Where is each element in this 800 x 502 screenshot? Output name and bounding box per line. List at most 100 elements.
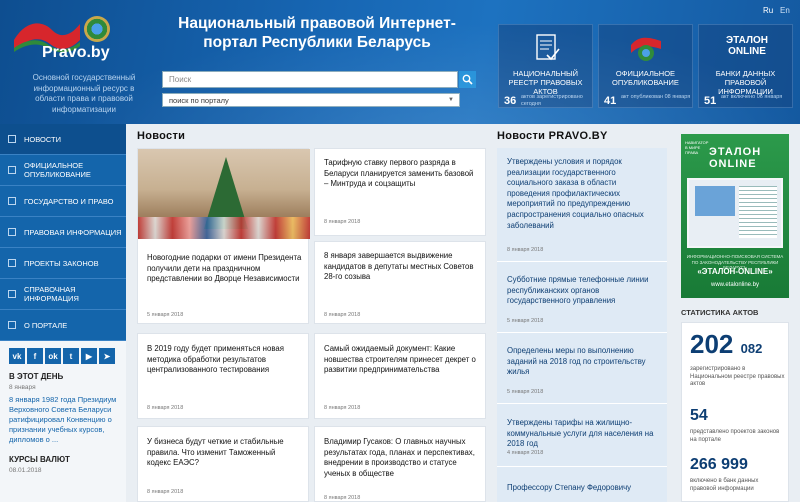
tile-registry[interactable]: Национальный реестр правовых актов 36 ак…	[498, 24, 593, 108]
nav-item-official-publication[interactable]: Официальное опубликование	[0, 155, 126, 186]
tile-label: Национальный реестр правовых актов	[508, 69, 583, 96]
rates-heading: Курсы валют	[9, 455, 70, 464]
news-title: Владимир Гусаков: О главных научных резу…	[324, 437, 475, 478]
site-logo[interactable]: Pravo.by	[12, 10, 132, 66]
pravo-news-item[interactable]: Утверждены условия и порядок реализации …	[507, 157, 657, 231]
main-nav: Новости Официальное опубликование Госуда…	[0, 124, 126, 341]
banner-tagline: НАВИГАТОР В МИРЕ ПРАВА	[685, 140, 709, 155]
portal-title: Национальный правовой Интернет-портал Ре…	[178, 15, 456, 51]
news-card[interactable]: Тарифную ставку первого разряда в Белару…	[314, 148, 486, 236]
site-tagline: Основной государственный информационный …	[32, 73, 136, 114]
pravo-news-item[interactable]: Определены меры по выполнению заданий на…	[507, 346, 657, 378]
news-card[interactable]: В 2019 году будет применяться новая мето…	[137, 333, 309, 419]
tile-desc: акт опубликован 08 января	[621, 94, 691, 100]
crowd-shape	[138, 217, 310, 239]
nav-item-reference-info[interactable]: Справочная информация	[0, 279, 126, 310]
divider	[497, 466, 667, 467]
laptop-screenshot-image	[687, 178, 783, 248]
nav-item-news[interactable]: Новости	[0, 124, 126, 155]
banner-logo-line1: ЭТАЛОН	[709, 146, 762, 158]
today-date: 8 января	[9, 384, 36, 391]
news-title: Тарифную ставку первого разряда в Белару…	[324, 158, 474, 189]
banner-logo-text: ЭТАЛОН ONLINE	[709, 146, 789, 170]
news-photo-new-year-tree	[138, 149, 310, 239]
pravo-news-date: 5 января 2018	[507, 389, 544, 395]
today-text-link[interactable]: 8 января 1982 года Президиум Верховного …	[0, 391, 126, 445]
nav-label: Правовая информация	[24, 227, 122, 237]
etalon-logo-icon: ЭТАЛОН ONLINE	[726, 35, 768, 57]
stats-heading: Статистика актов	[681, 308, 759, 317]
news-card[interactable]: Самый ожидаемый документ: Какие новшеств…	[314, 333, 486, 419]
banner-logo-line2: ONLINE	[709, 158, 757, 170]
news-date: 8 января 2018	[324, 495, 361, 501]
news-date: 8 января 2018	[324, 219, 361, 225]
banner-product-name: «ЭТАЛОН-ONLINE»	[697, 267, 773, 276]
search-button[interactable]	[459, 71, 476, 88]
lang-en-link[interactable]: En	[780, 6, 790, 15]
pravo-news-heading: Новости PRAVO.BY	[497, 130, 608, 142]
tile-count: 41	[604, 95, 617, 107]
news-title: 8 января завершается выдвижение кандидат…	[324, 251, 474, 282]
news-date: 5 января 2018	[147, 312, 184, 318]
tile-label: Официальное опубликование	[612, 69, 679, 87]
facebook-icon[interactable]: f	[27, 348, 43, 364]
youtube-icon[interactable]: ▶	[81, 348, 97, 364]
news-date: 8 января 2018	[324, 312, 361, 318]
news-heading: Новости	[137, 130, 186, 142]
search-scope-select[interactable]: поиск по порталу ▼	[162, 93, 460, 107]
pravo-news-item[interactable]: Утверждены тарифы на жилищно-коммунальны…	[507, 418, 657, 450]
bank-desc: включено в банк данных правовой информац…	[690, 478, 759, 492]
search-icon	[462, 74, 473, 85]
odnoklassniki-icon[interactable]: ok	[45, 348, 61, 364]
document-icon	[8, 166, 16, 174]
news-title: Самый ожидаемый документ: Какие новшеств…	[324, 344, 476, 375]
news-icon	[8, 135, 16, 143]
pravo-news-list: Утверждены условия и порядок реализации …	[497, 148, 667, 502]
acts-desc: зарегистрировано в Национальном реестре …	[690, 366, 785, 387]
etalon-online-banner[interactable]: НАВИГАТОР В МИРЕ ПРАВА ЭТАЛОН ONLINE ИНФ…	[681, 134, 789, 298]
lang-ru-link[interactable]: Ru	[763, 6, 773, 15]
banner-url: www.etalonline.by	[710, 282, 760, 288]
nav-item-draft-laws[interactable]: Проекты законов	[0, 248, 126, 279]
divider	[497, 403, 667, 404]
pravo-news-date: 5 января 2018	[507, 318, 544, 324]
site-header: Pravo.by Основной государственный информ…	[0, 0, 800, 124]
divider	[497, 261, 667, 262]
news-card[interactable]: Новогодние подарки от имени Президента п…	[137, 148, 310, 324]
about-icon	[8, 321, 16, 329]
tile-official-publication[interactable]: Официальное опубликование 41 акт опублик…	[598, 24, 693, 108]
nav-label: О портале	[24, 320, 68, 330]
news-date: 8 января 2018	[147, 405, 184, 411]
today-heading: В этот день	[9, 372, 64, 381]
nav-label: Новости	[24, 134, 61, 144]
nav-label: Проекты законов	[24, 258, 99, 268]
pravo-news-item[interactable]: Профессору Степану Федоровичу	[507, 483, 657, 494]
telegram-icon[interactable]: ➤	[99, 348, 115, 364]
stats-panel: 202 082 зарегистрировано в Национальном …	[681, 322, 789, 502]
left-sidebar: Новости Официальное опубликование Госуда…	[0, 124, 126, 502]
tile-data-banks[interactable]: ЭТАЛОН ONLINE Банки данных правовой инфо…	[698, 24, 793, 108]
nav-item-state-and-law[interactable]: Государство и право	[0, 186, 126, 217]
info-icon	[8, 228, 16, 236]
news-date: 8 января 2018	[147, 489, 184, 495]
nav-item-about[interactable]: О портале	[0, 310, 126, 341]
twitter-icon[interactable]: t	[63, 348, 79, 364]
nav-label: Справочная информация	[24, 285, 79, 303]
tile-count: 36	[504, 95, 517, 107]
news-card[interactable]: Владимир Гусаков: О главных научных резу…	[314, 426, 486, 502]
nav-item-legal-info[interactable]: Правовая информация	[0, 217, 126, 248]
pravo-news-date: 4 января 2018	[507, 450, 544, 456]
rates-date: 08.01.2018	[9, 467, 42, 474]
news-card[interactable]: 8 января завершается выдвижение кандидат…	[314, 241, 486, 324]
search-input[interactable]: Поиск	[162, 71, 458, 88]
columns-icon	[8, 197, 16, 205]
registry-document-icon	[536, 34, 560, 61]
news-card[interactable]: У бизнеса будут четкие и стабильные прав…	[137, 426, 309, 502]
news-title: Новогодние подарки от имени Президента п…	[147, 253, 302, 284]
search-scope-value: поиск по порталу	[169, 96, 229, 105]
projects-count: 54	[690, 407, 708, 424]
bank-count: 266 999	[690, 456, 748, 473]
pravo-news-item[interactable]: Субботние прямые телефонные линии респуб…	[507, 275, 657, 307]
projects-desc: представлено проектов законов на портале	[690, 429, 780, 443]
vk-icon[interactable]: vk	[9, 348, 25, 364]
